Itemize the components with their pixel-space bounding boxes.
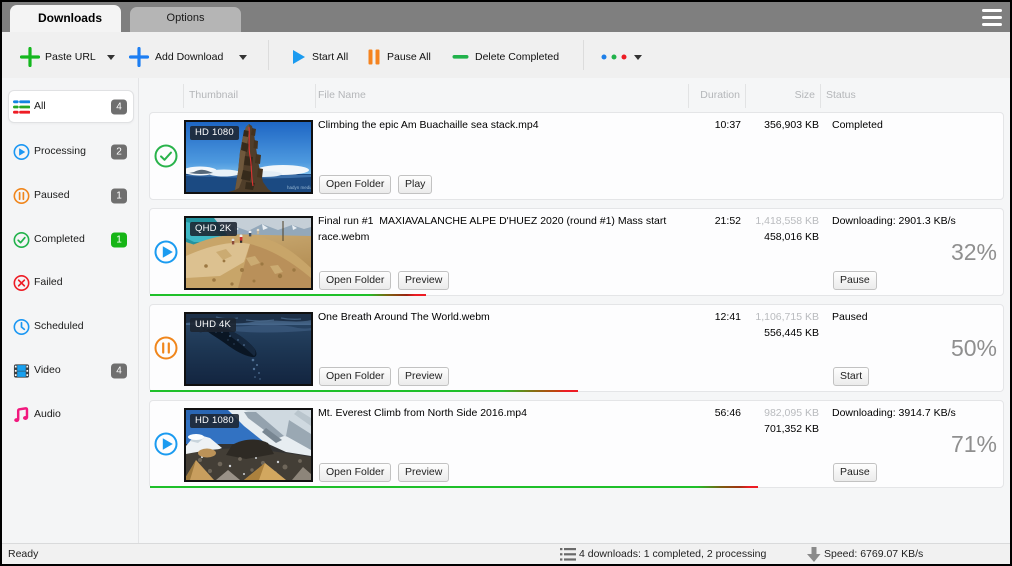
svg-text:hadyn media: hadyn media [287,185,311,190]
